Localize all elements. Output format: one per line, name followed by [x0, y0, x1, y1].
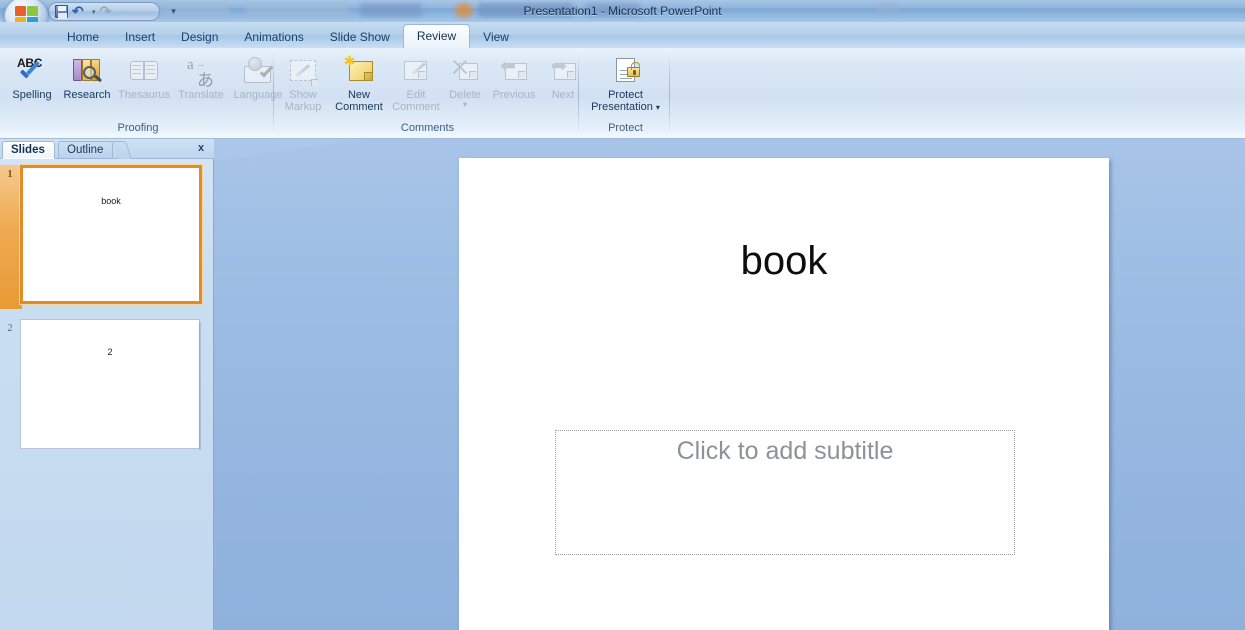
- research-books-magnifier-icon: [71, 55, 103, 87]
- spelling-abc-check-icon: ABC: [16, 55, 48, 87]
- ribbon-group-comments: Show Markup ✱ New Comment Edit Comment D…: [276, 48, 579, 138]
- workspace: Slides Outline x 1 book 2 2 book Click t…: [0, 139, 1245, 630]
- show-markup-icon: [287, 55, 319, 87]
- redo-arrow-icon: ↷: [99, 3, 112, 19]
- group-label-comments: Comments: [400, 122, 455, 134]
- thesaurus-label: Thesaurus: [118, 89, 170, 101]
- tab-home[interactable]: Home: [54, 26, 112, 48]
- slide-subtitle-placeholder-text: Click to add subtitle: [676, 437, 894, 465]
- delete-dropdown-icon[interactable]: ▾: [463, 101, 467, 109]
- thumbnail-number: 2: [7, 323, 13, 334]
- protect-presentation-button[interactable]: Protect Presentation ▾: [583, 53, 669, 114]
- window-title: Presentation1 - Microsoft PowerPoint: [523, 4, 722, 18]
- edit-comment-label-line1: Edit: [406, 89, 426, 101]
- tab-slides[interactable]: Slides: [2, 141, 55, 159]
- show-markup-label-line2: Markup: [284, 101, 322, 113]
- quick-access-toolbar: ↶ ▾ ↷: [48, 2, 160, 21]
- previous-comment-arrow-icon: ⬅: [498, 55, 530, 87]
- customize-quick-access-toolbar-icon[interactable]: ▾: [166, 3, 181, 19]
- slide-thumbnail-1[interactable]: book: [20, 165, 202, 304]
- next-comment-button[interactable]: ➡ Next: [540, 53, 586, 101]
- list-item[interactable]: 1 book: [0, 165, 214, 309]
- group-divider: [578, 52, 579, 134]
- protect-document-lock-icon: [610, 55, 642, 87]
- tab-insert[interactable]: Insert: [112, 26, 168, 48]
- slide-canvas[interactable]: book Click to add subtitle: [459, 158, 1109, 630]
- thumbnail-title-text: 2: [107, 346, 113, 357]
- group-divider: [669, 52, 670, 134]
- slide-title-placeholder[interactable]: book: [517, 216, 1051, 306]
- group-label-proofing: Proofing: [117, 122, 159, 134]
- delete-comment-icon: [449, 55, 481, 87]
- new-comment-button[interactable]: ✱ New Comment: [328, 53, 390, 113]
- previous-comment-button[interactable]: ⬅ Previous: [489, 53, 539, 101]
- tab-view[interactable]: View: [470, 26, 522, 48]
- ribbon-tab-strip: Home Insert Design Animations Slide Show…: [0, 22, 1245, 48]
- undo-dropdown-icon[interactable]: ▾: [92, 8, 96, 16]
- tab-outline[interactable]: Outline: [58, 141, 114, 159]
- thumbnail-number: 1: [7, 169, 13, 180]
- tab-design[interactable]: Design: [168, 26, 231, 48]
- edit-comment-icon: [400, 55, 432, 87]
- slides-pane: Slides Outline x 1 book 2 2: [0, 139, 214, 630]
- new-comment-label-line1: New: [347, 89, 370, 101]
- ribbon-group-proofing: ABC Spelling Research Thesaurus a → あ Tr…: [2, 48, 282, 138]
- undo-arrow-icon[interactable]: ↶: [72, 4, 88, 19]
- delete-comment-button[interactable]: Delete ▾: [442, 53, 488, 109]
- thumbnail-title-text: book: [101, 195, 121, 206]
- thesaurus-open-book-icon: [128, 55, 160, 87]
- new-comment-label-line2: Comment: [335, 101, 383, 113]
- previous-comment-label: Previous: [492, 89, 536, 101]
- translate-a-icon: a → あ: [187, 57, 214, 90]
- spelling-button[interactable]: ABC Spelling: [6, 53, 58, 101]
- protect-label-line2: Presentation ▾: [591, 101, 660, 114]
- protect-label-line1: Protect: [608, 89, 643, 101]
- show-markup-label-line1: Show: [289, 89, 317, 101]
- tab-edge-decoration: [112, 141, 132, 159]
- ribbon-group-protect: Protect Presentation ▾ Protect: [581, 48, 670, 138]
- tab-slide-show[interactable]: Slide Show: [317, 26, 403, 48]
- group-label-protect: Protect: [608, 122, 643, 134]
- translate-button[interactable]: a → あ Translate: [174, 53, 228, 101]
- next-comment-label: Next: [551, 89, 575, 101]
- window-title-bar: Presentation1 - Microsoft PowerPoint ↶ ▾…: [0, 0, 1245, 22]
- tab-animations[interactable]: Animations: [231, 26, 316, 48]
- slide-subtitle-placeholder[interactable]: Click to add subtitle: [555, 430, 1015, 555]
- new-comment-note-icon: ✱: [343, 54, 375, 87]
- close-pane-icon[interactable]: x: [194, 141, 208, 156]
- thesaurus-button[interactable]: Thesaurus: [116, 53, 172, 101]
- tab-review[interactable]: Review: [402, 24, 471, 48]
- protect-presentation-text: Presentation: [591, 101, 653, 113]
- list-item[interactable]: 2 2: [0, 315, 214, 451]
- slide-title-text: book: [740, 239, 828, 283]
- group-divider: [273, 52, 274, 134]
- next-comment-arrow-icon: ➡: [547, 55, 579, 87]
- ribbon: ABC Spelling Research Thesaurus a → あ Tr…: [0, 48, 1245, 139]
- slides-pane-tabs: Slides Outline x: [0, 139, 214, 159]
- show-markup-button[interactable]: Show Markup: [279, 53, 327, 113]
- protect-dropdown-icon[interactable]: ▾: [656, 103, 660, 112]
- spelling-label: Spelling: [12, 89, 52, 101]
- research-label: Research: [63, 89, 111, 101]
- slide-thumbnail-2[interactable]: 2: [20, 319, 201, 450]
- thumbnail-shadow: [199, 322, 201, 450]
- language-globe-check-icon: [242, 55, 274, 87]
- edit-comment-label-line2: Comment: [392, 101, 440, 113]
- research-button[interactable]: Research: [60, 53, 114, 101]
- edit-comment-button[interactable]: Edit Comment: [391, 53, 441, 113]
- save-icon[interactable]: [55, 5, 68, 19]
